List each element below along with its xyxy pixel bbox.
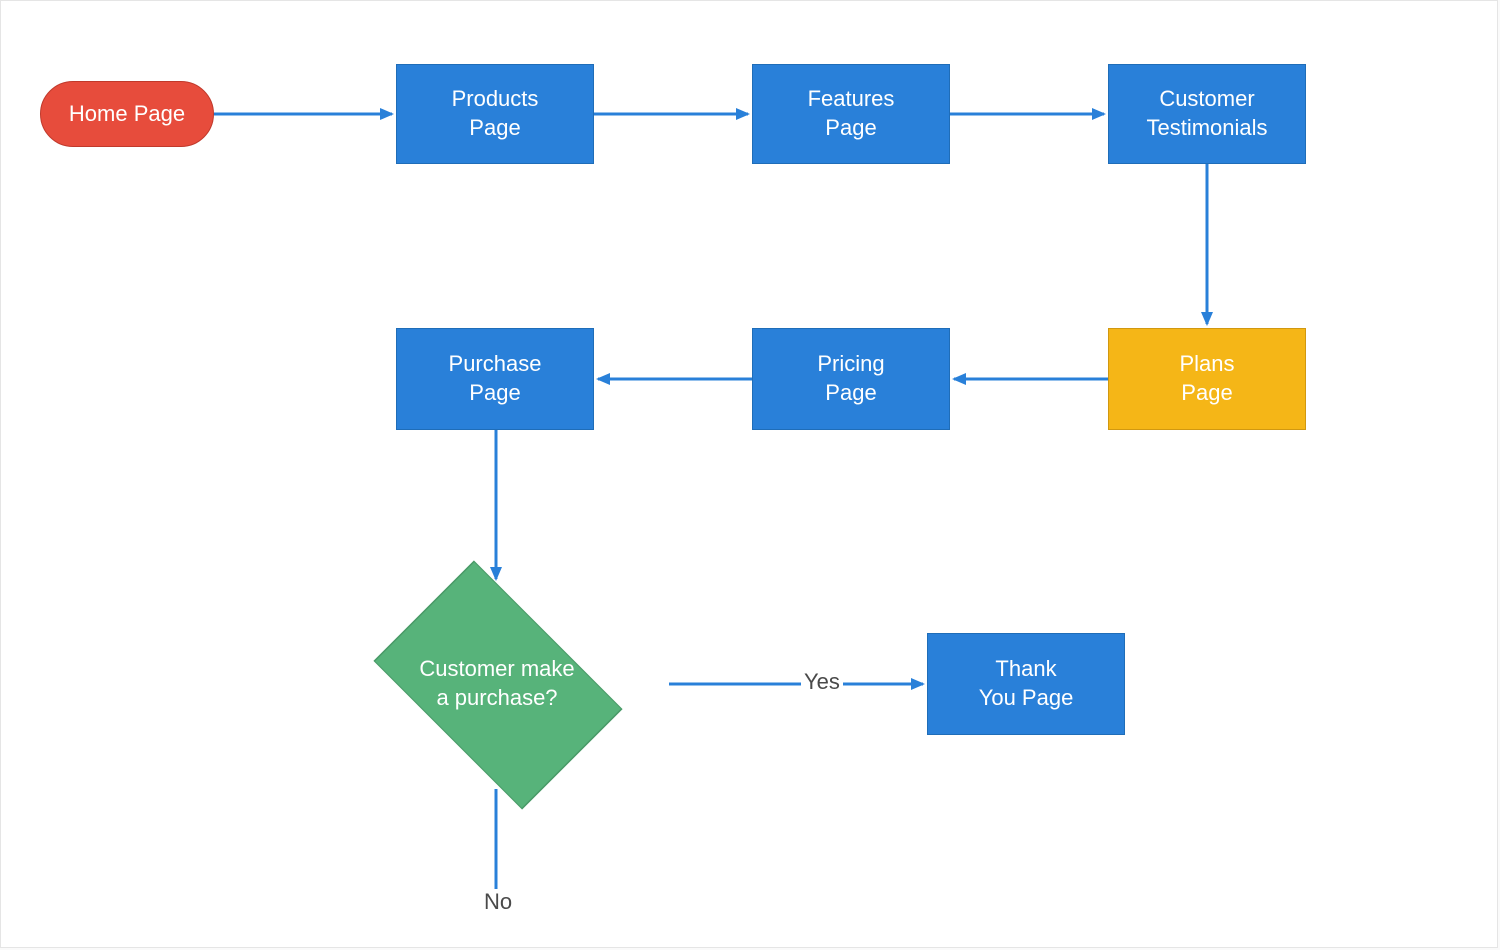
node-home-page[interactable]: Home Page [40,81,214,147]
node-label: Customer Testimonials [1140,85,1273,142]
node-plans-page[interactable]: Plans Page [1108,328,1306,430]
node-label: Plans Page [1173,350,1240,407]
node-label: Products Page [446,85,545,142]
node-products-page[interactable]: Products Page [396,64,594,164]
node-label: Customer make a purchase? [349,584,645,784]
node-features-page[interactable]: Features Page [752,64,950,164]
node-label: Features Page [802,85,901,142]
node-label: Home Page [63,100,191,129]
edge-label-no: No [481,889,515,915]
node-thank-you-page[interactable]: Thank You Page [927,633,1125,735]
node-decision-purchase[interactable]: Customer make a purchase? [349,584,645,784]
node-purchase-page[interactable]: Purchase Page [396,328,594,430]
node-pricing-page[interactable]: Pricing Page [752,328,950,430]
node-label: Thank You Page [973,655,1080,712]
diagram-canvas: Home Page Products Page Features Page Cu… [0,0,1498,948]
node-customer-testimonials[interactable]: Customer Testimonials [1108,64,1306,164]
edge-label-yes: Yes [801,669,843,695]
node-label: Pricing Page [811,350,890,407]
node-label: Purchase Page [443,350,548,407]
